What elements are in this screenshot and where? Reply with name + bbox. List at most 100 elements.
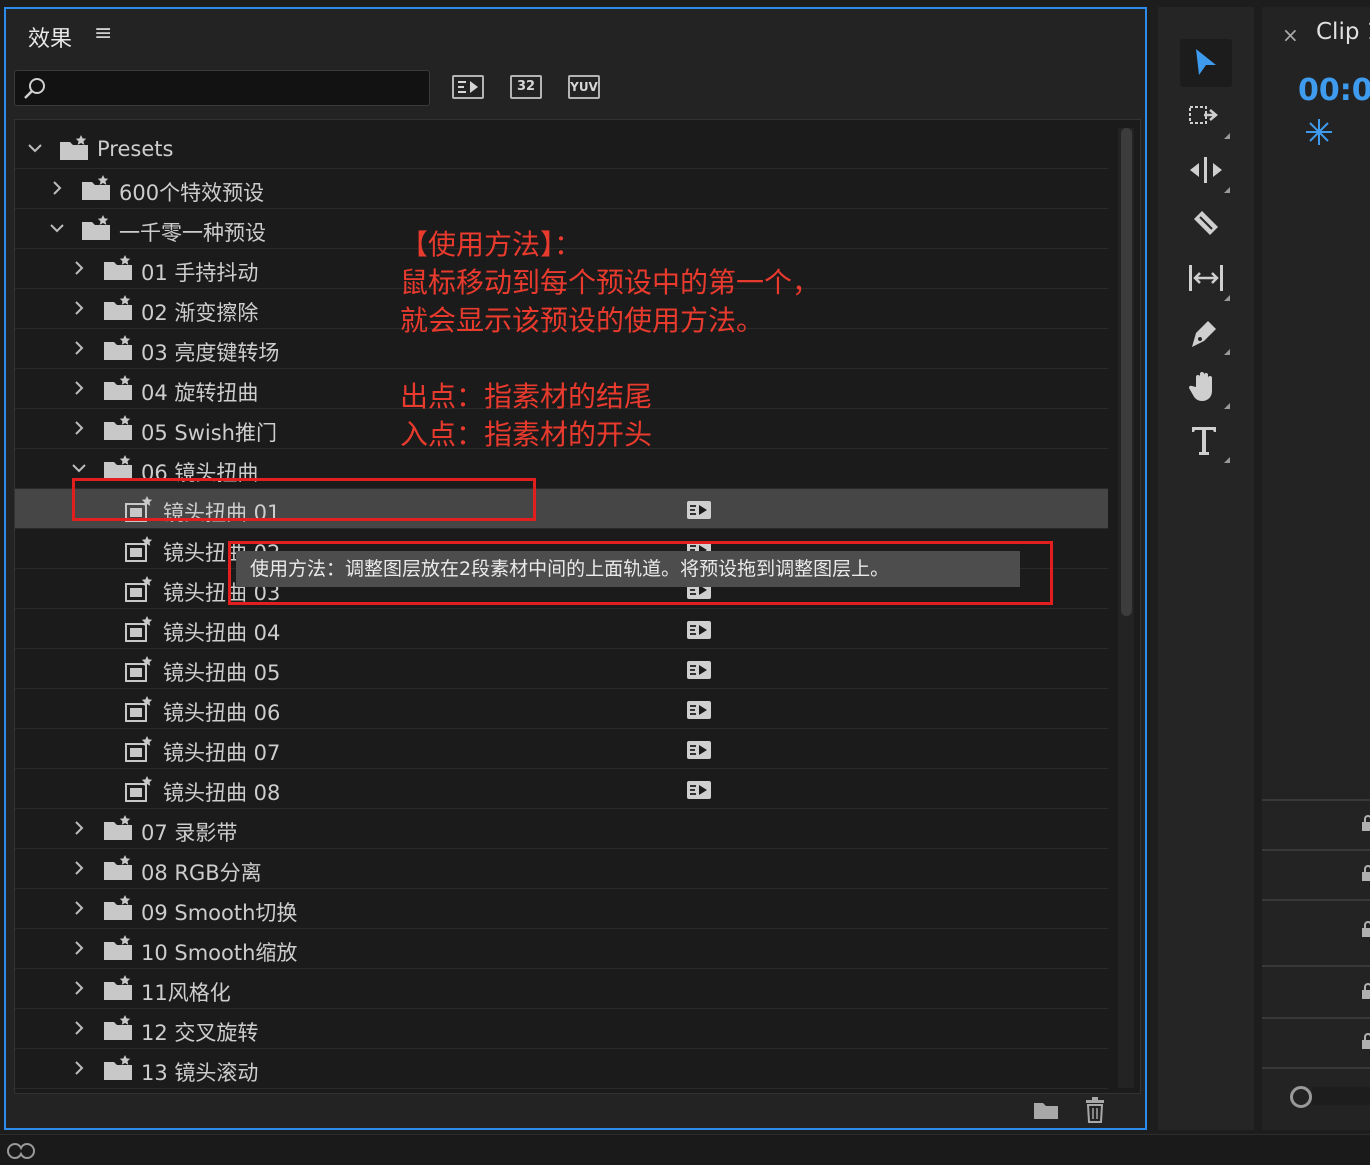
chevron-right-icon[interactable] [71,300,87,316]
type-tool[interactable] [1180,417,1232,465]
lock-icon[interactable] [1362,921,1370,937]
creative-cloud-icon[interactable] [6,1140,36,1162]
32-bit-filter-button[interactable]: 32 [510,75,542,99]
accelerated-effect-icon [687,741,711,759]
lock-icon[interactable] [1362,815,1370,831]
zoom-scroll-handle[interactable] [1290,1086,1312,1108]
selection-tool[interactable] [1180,39,1232,87]
sequence-tab-title[interactable]: Clip 1 [1316,19,1370,45]
lock-icon[interactable] [1362,1033,1370,1049]
tree-item-label: 600个特效预设 [119,181,265,205]
search-icon [24,78,45,99]
preset-folder-icon [104,855,132,880]
tree-item-label: 02 渐变擦除 [141,301,259,325]
tree-item-label: 镜头扭曲 06 [163,701,281,725]
tree-preset-row[interactable]: 镜头扭曲 06 [15,689,1108,729]
tree-item-label: Presets [97,137,174,161]
annotation-out-point: 出点：指素材的结尾 [400,380,653,413]
tree-item-label: 镜头扭曲 04 [163,621,281,645]
yuv-filter-button[interactable]: YUV [568,75,600,99]
preset-folder-icon [104,1015,132,1040]
chevron-down-icon[interactable] [27,140,43,156]
accelerated-effects-filter-icon[interactable] [452,75,484,99]
slip-tool[interactable] [1180,255,1232,303]
lock-icon[interactable] [1362,983,1370,999]
chevron-right-icon[interactable] [71,1020,87,1036]
preset-icon [125,616,153,642]
track-divider [1262,1017,1370,1019]
panel-title[interactable]: 效果 [28,21,72,53]
tree-preset-row[interactable]: 镜头扭曲 04 [15,609,1108,649]
tree-item-label: 03 亮度键转场 [141,341,280,365]
selection-arrow-icon [1196,49,1216,75]
chevron-right-icon[interactable] [71,380,87,396]
search-input[interactable] [55,71,419,107]
tree-folder-row[interactable]: 14 旋转扭曲 [15,1089,1108,1093]
preset-folder-icon [104,935,132,960]
chevron-right-icon[interactable] [71,260,87,276]
tree-item-label: 01 手持抖动 [141,261,259,285]
annotation-usage-line: 就会显示该预设的使用方法。 [400,304,765,337]
chevron-right-icon[interactable] [71,860,87,876]
tree-item-label: 11风格化 [141,981,231,1005]
lock-icon[interactable] [1362,865,1370,881]
track-select-tool[interactable] [1180,93,1232,141]
chevron-right-icon[interactable] [71,1060,87,1076]
accelerated-effect-icon [687,621,711,639]
tree-item-label: 一千零一种预设 [119,221,266,245]
chevron-down-icon[interactable] [49,220,65,236]
delete-icon[interactable] [1084,1097,1106,1123]
tree-folder-row[interactable]: 12 交叉旋转 [15,1009,1108,1049]
chevron-down-icon[interactable] [71,460,87,476]
chevron-right-icon[interactable] [49,180,65,196]
tree-item-label: 10 Smooth缩放 [141,941,298,965]
zoom-scrollbar[interactable] [1312,1087,1370,1105]
slip-icon [1189,265,1223,291]
tree-item-label: 07 录影带 [141,821,238,845]
chevron-right-icon[interactable] [71,340,87,356]
tree-folder-row[interactable]: 13 镜头滚动 [15,1049,1108,1089]
scrollbar-thumb[interactable] [1121,128,1132,616]
tree-preset-row[interactable]: 镜头扭曲 08 [15,769,1108,809]
new-bin-icon[interactable] [1032,1097,1060,1121]
ripple-edit-icon [1190,157,1222,183]
preset-folder-icon [104,975,132,1000]
track-divider [1262,899,1370,901]
chevron-right-icon[interactable] [71,420,87,436]
playhead-timecode[interactable]: 00:00 [1298,73,1370,108]
razor-tool[interactable] [1180,201,1232,249]
highlight-box-first-preset [72,478,536,521]
preset-icon [125,656,153,682]
preset-icon [125,776,153,802]
close-icon[interactable]: × [1282,23,1299,47]
tree-folder-row[interactable]: Presets [15,129,1108,169]
track-select-icon [1189,106,1218,124]
tree-preset-row[interactable]: 镜头扭曲 07 [15,729,1108,769]
preset-folder-icon [82,175,110,200]
tree-item-label: 08 RGB分离 [141,861,262,885]
chevron-right-icon[interactable] [71,900,87,916]
tree-preset-row[interactable]: 镜头扭曲 05 [15,649,1108,689]
tree-folder-row[interactable]: 09 Smooth切换 [15,889,1108,929]
ripple-edit-tool[interactable] [1180,147,1232,195]
tree-folder-row[interactable]: 07 录影带 [15,809,1108,849]
scrollbar[interactable] [1118,128,1134,1088]
track-divider [1262,849,1370,851]
track-divider [1262,799,1370,801]
tree-folder-row[interactable]: 600个特效预设 [15,169,1108,209]
snap-icon[interactable] [1304,117,1334,147]
type-icon [1192,427,1216,455]
search-box[interactable] [14,70,430,107]
preset-folder-icon [82,215,110,240]
chevron-right-icon[interactable] [71,940,87,956]
chevron-right-icon[interactable] [71,980,87,996]
chevron-right-icon[interactable] [71,820,87,836]
tree-folder-row[interactable]: 08 RGB分离 [15,849,1108,889]
annotation-usage-title: 【使用方法】： [400,228,583,261]
tree-folder-row[interactable]: 11风格化 [15,969,1108,1009]
hand-tool[interactable] [1180,363,1232,411]
pen-tool[interactable] [1180,309,1232,357]
razor-icon [1194,211,1218,235]
panel-menu-icon[interactable]: ≡ [94,21,112,46]
tree-folder-row[interactable]: 10 Smooth缩放 [15,929,1108,969]
